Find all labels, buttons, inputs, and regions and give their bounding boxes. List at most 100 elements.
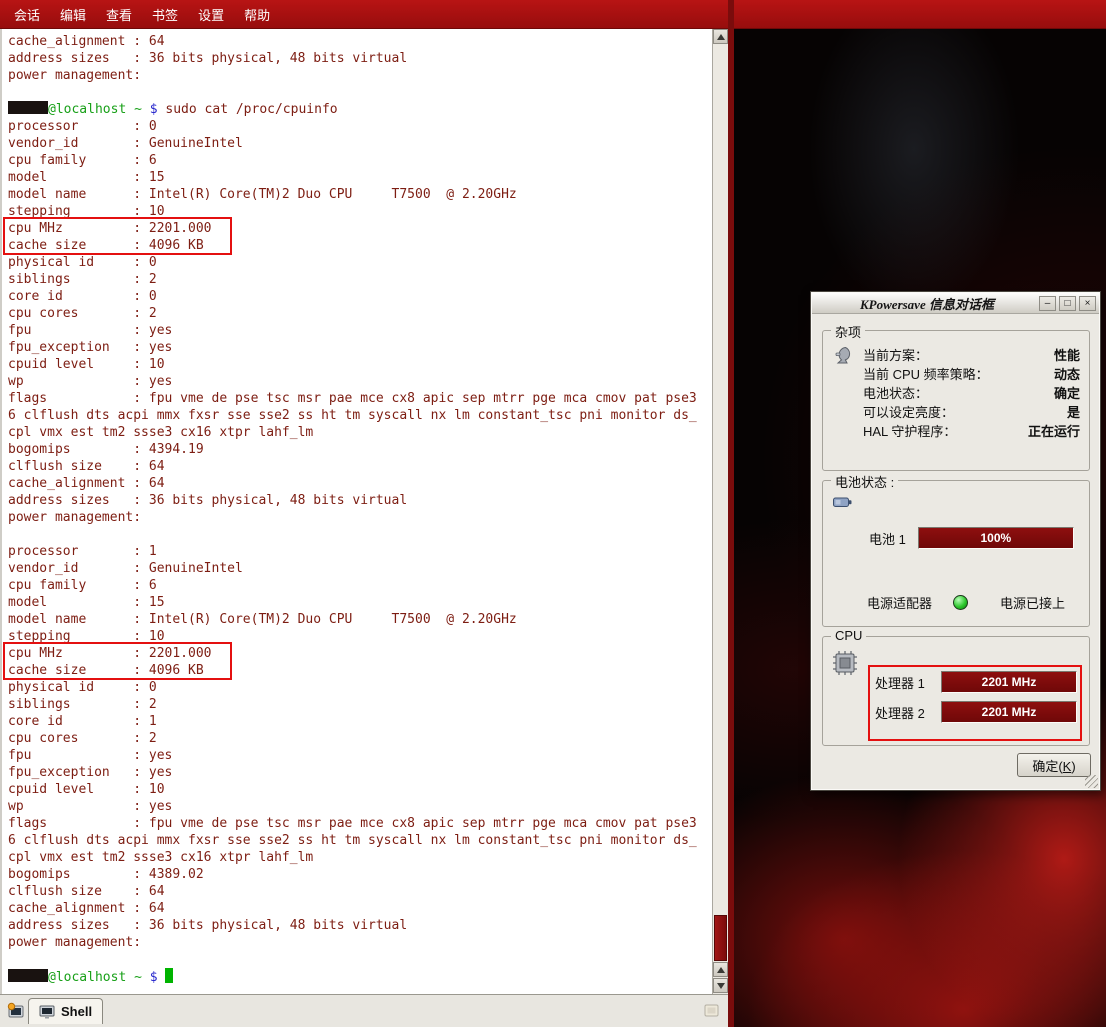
- cpu-group: CPU 处理器 12201 MHz处理器 22201 MHz: [822, 636, 1090, 746]
- terminal-line: power management:: [8, 934, 710, 951]
- misc-rows: 当前方案：性能当前 CPU 频率策略：动态电池状态：确定可以设定亮度：是HAL …: [863, 346, 1080, 441]
- prompt-host: @localhost ~: [48, 970, 150, 985]
- terminal-line: clflush size : 64: [8, 458, 710, 475]
- scroll-up-button[interactable]: [713, 29, 728, 44]
- terminal-line: fpu_exception : yes: [8, 339, 710, 356]
- info-label: 电池状态：: [863, 384, 928, 403]
- terminal-line: processor : 1: [8, 543, 710, 560]
- cpu-group-label: CPU: [831, 628, 866, 643]
- detach-session-button[interactable]: [700, 999, 724, 1023]
- terminal-line: 6 clflush dts acpi mmx fxsr sse sse2 ss …: [8, 407, 710, 424]
- terminal-line: model : 15: [8, 169, 710, 186]
- window-border: [728, 0, 734, 1027]
- terminal-line: flags : fpu vme de pse tsc msr pae mce c…: [8, 390, 710, 407]
- tab-label: Shell: [61, 1004, 92, 1019]
- menu-item-bookmarks[interactable]: 书签: [142, 1, 188, 28]
- cpu-label: 处理器 2: [875, 703, 933, 722]
- tab-shell[interactable]: Shell: [28, 998, 103, 1024]
- terminal-line: siblings : 2: [8, 271, 710, 288]
- detach-view-icon: [702, 1001, 722, 1021]
- battery-percent: 100%: [980, 531, 1011, 545]
- terminal-prompt-line: @localhost ~ $: [8, 968, 710, 985]
- adapter-label: 电源适配器: [867, 593, 953, 612]
- menu-item-edit[interactable]: 编辑: [50, 1, 96, 28]
- terminal-screen: cache_alignment : 64address sizes : 36 b…: [8, 33, 710, 985]
- maximize-button[interactable]: □: [1059, 296, 1076, 311]
- battery-group-label: 电池状态 :: [831, 472, 898, 491]
- terminal-cursor: [165, 968, 173, 983]
- cpu-frequency-bar: 2201 MHz: [941, 671, 1077, 693]
- terminal-line: cpu family : 6: [8, 152, 710, 169]
- cpu-rows: 处理器 12201 MHz处理器 22201 MHz: [875, 671, 1077, 723]
- terminal-line: model name : Intel(R) Core(TM)2 Duo CPU …: [8, 611, 710, 628]
- terminal-line: cpl vmx est tm2 ssse3 cx16 xtpr lahf_lm: [8, 849, 710, 866]
- new-session-button[interactable]: [4, 999, 28, 1023]
- terminal-line: cpl vmx est tm2 ssse3 cx16 xtpr lahf_lm: [8, 424, 710, 441]
- scroll-down-button[interactable]: [713, 978, 728, 993]
- info-label: 当前 CPU 频率策略：: [863, 365, 989, 384]
- desktop: 会话编辑查看书签设置帮助 cache_alignment : 64address…: [0, 0, 1106, 1027]
- info-value: 性能: [1054, 346, 1080, 365]
- terminal-line: cpuid level : 10: [8, 781, 710, 798]
- kpowersave-dialog: KPowersave 信息对话框 – □ × 杂项 当前方案： 性能当前 CPU …: [810, 291, 1101, 791]
- battery-group: 电池状态 : 电池 1 100% 电源适配器 电源已接上: [822, 480, 1090, 627]
- minimize-button[interactable]: –: [1039, 296, 1056, 311]
- info-label: HAL 守护程序：: [863, 422, 956, 441]
- prompt-host: @localhost ~: [48, 102, 150, 117]
- battery-icon: [832, 494, 854, 513]
- dialog-title: KPowersave 信息对话框: [815, 294, 1039, 313]
- terminal-line: cpuid level : 10: [8, 356, 710, 373]
- terminal-line: cpu cores : 2: [8, 730, 710, 747]
- terminal-line: cache size : 4096 KB: [8, 662, 710, 679]
- terminal-line: bogomips : 4394.19: [8, 441, 710, 458]
- terminal-line: wp : yes: [8, 798, 710, 815]
- info-row-battery-state: 电池状态：确定: [863, 384, 1080, 403]
- terminal-line: cache_alignment : 64: [8, 33, 710, 50]
- prompt-sigil: $: [150, 970, 166, 985]
- terminal-line: model : 15: [8, 594, 710, 611]
- info-value: 是: [1067, 403, 1080, 422]
- terminal-line: power management:: [8, 509, 710, 526]
- cpu-chip-icon: [832, 650, 858, 679]
- terminal-line: address sizes : 36 bits physical, 48 bit…: [8, 492, 710, 509]
- adapter-status: 电源已接上: [1000, 593, 1065, 612]
- info-value: 动态: [1054, 365, 1080, 384]
- terminal-line: model name : Intel(R) Core(TM)2 Duo CPU …: [8, 186, 710, 203]
- terminal-scrollbar[interactable]: [712, 29, 728, 994]
- redacted-username: [8, 101, 48, 114]
- battery-label: 电池 1: [869, 529, 906, 548]
- terminal-prompt-line: @localhost ~ $ sudo cat /proc/cpuinfo: [8, 101, 710, 118]
- terminal-line: flags : fpu vme de pse tsc msr pae mce c…: [8, 815, 710, 832]
- menu-item-view[interactable]: 查看: [96, 1, 142, 28]
- scrollbar-thumb[interactable]: [714, 915, 727, 961]
- battery-level-bar: 100%: [918, 527, 1074, 549]
- terminal-icon: [39, 1005, 55, 1019]
- terminal-line: cache_alignment : 64: [8, 475, 710, 492]
- info-label: 当前方案：: [863, 346, 928, 365]
- terminal-line: cache size : 4096 KB: [8, 237, 710, 254]
- redacted-username: [8, 969, 48, 982]
- menu-item-settings[interactable]: 设置: [188, 1, 234, 28]
- terminal-line: [8, 84, 710, 101]
- ok-button[interactable]: 确定(K): [1017, 753, 1091, 777]
- terminal-line: vendor_id : GenuineIntel: [8, 135, 710, 152]
- misc-group-label: 杂项: [831, 322, 865, 341]
- dialog-titlebar[interactable]: KPowersave 信息对话框 – □ ×: [812, 293, 1099, 314]
- menu-item-help[interactable]: 帮助: [234, 1, 280, 28]
- tab-bar: Shell: [0, 994, 728, 1027]
- prompt-sigil: $: [150, 102, 166, 117]
- menu-item-session[interactable]: 会话: [4, 1, 50, 28]
- terminal-line: core id : 0: [8, 288, 710, 305]
- scroll-up-button-bottom[interactable]: [713, 962, 728, 977]
- terminal-line: 6 clflush dts acpi mmx fxsr sse sse2 ss …: [8, 832, 710, 849]
- terminal-line: stepping : 10: [8, 628, 710, 645]
- info-value: 正在运行: [1028, 422, 1080, 441]
- resize-grip[interactable]: [1085, 775, 1098, 788]
- terminal-line: vendor_id : GenuineIntel: [8, 560, 710, 577]
- close-button[interactable]: ×: [1079, 296, 1096, 311]
- misc-group: 杂项 当前方案：性能当前 CPU 频率策略：动态电池状态：确定可以设定亮度：是H…: [822, 330, 1090, 471]
- terminal-window[interactable]: cache_alignment : 64address sizes : 36 b…: [0, 29, 728, 994]
- terminal-line: physical id : 0: [8, 679, 710, 696]
- ok-label-end: ): [1071, 759, 1075, 774]
- terminal-line: fpu_exception : yes: [8, 764, 710, 781]
